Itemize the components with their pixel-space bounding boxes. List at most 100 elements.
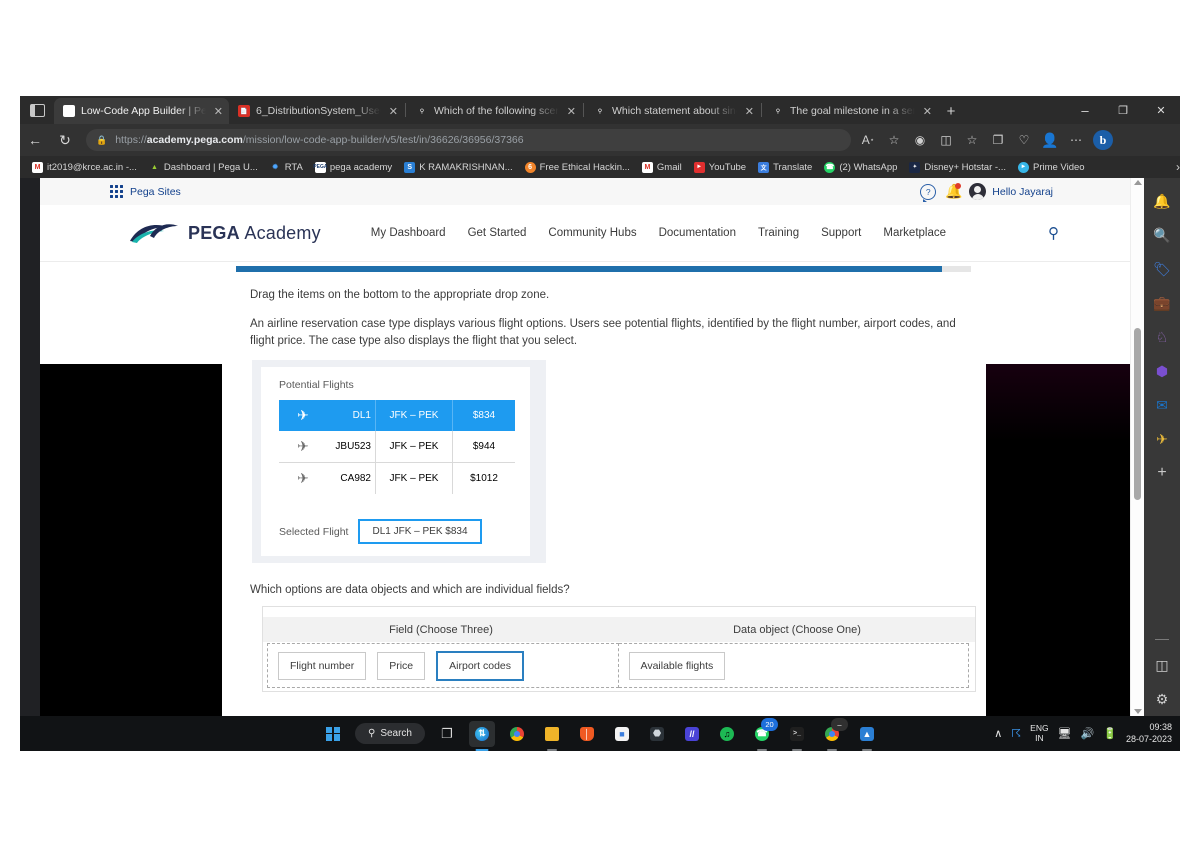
favorites-list-icon[interactable]: ☆: [959, 127, 985, 153]
nav-item-my-dashboard[interactable]: My Dashboard: [371, 227, 446, 239]
bookmark-item[interactable]: ▲ Dashboard | Pega U...: [143, 162, 264, 173]
scroll-up-arrow-icon[interactable]: [1134, 180, 1142, 185]
bluetooth-icon[interactable]: ☈: [1011, 727, 1021, 740]
split-screen-icon[interactable]: ◉: [907, 127, 933, 153]
copilot-icon[interactable]: ⬢: [1148, 356, 1176, 386]
pega-sites-link[interactable]: Pega Sites: [130, 186, 181, 198]
nav-item-marketplace[interactable]: Marketplace: [883, 227, 946, 239]
tray-overflow-icon[interactable]: ∧: [994, 727, 1002, 740]
avatar[interactable]: [969, 183, 987, 200]
shopping-tag-icon[interactable]: 🏷: [1148, 254, 1176, 284]
drag-chip-price[interactable]: Price: [377, 651, 426, 680]
search-icon[interactable]: 🔍: [1148, 220, 1176, 250]
browser-tab-5[interactable]: ⚲ The goal milestone in a service-l ✕: [763, 98, 938, 124]
new-tab-button[interactable]: +: [938, 98, 964, 124]
bookmark-item[interactable]: 6 Free Ethical Hackin...: [519, 161, 636, 173]
back-button[interactable]: ←: [20, 126, 50, 154]
microsoft-store-icon[interactable]: ■: [609, 721, 635, 747]
close-icon[interactable]: ✕: [745, 105, 754, 118]
volume-icon[interactable]: 🔊: [1081, 727, 1095, 740]
address-bar[interactable]: 🔒 https://academy.pega.com/mission/low-c…: [86, 129, 851, 151]
nav-item-support[interactable]: Support: [821, 227, 861, 239]
photos-icon[interactable]: ▲: [854, 721, 880, 751]
page-scrollbar[interactable]: [1130, 178, 1144, 716]
telegram-icon[interactable]: ✈: [1148, 424, 1176, 454]
reload-button[interactable]: ↻: [50, 126, 80, 154]
chrome-icon[interactable]: [504, 721, 530, 747]
language-indicator[interactable]: ENG IN: [1030, 723, 1048, 744]
windows-start-icon[interactable]: [320, 721, 346, 747]
close-icon[interactable]: ✕: [214, 105, 223, 118]
bell-icon[interactable]: 🔔: [1148, 186, 1176, 216]
bookmark-item[interactable]: ☎ (2) WhatsApp: [818, 161, 903, 173]
extensions-icon[interactable]: ❐: [985, 127, 1011, 153]
taskbar-search[interactable]: ⚲ Search: [354, 723, 425, 744]
bookmark-item[interactable]: PEGA pega academy: [309, 161, 398, 173]
drag-chip-flight-number[interactable]: Flight number: [278, 651, 367, 680]
favorite-star-icon[interactable]: ☆: [881, 127, 907, 153]
profile-icon[interactable]: 👤: [1037, 127, 1063, 153]
browser-tab-4[interactable]: ⚲ Which statement about single re ✕: [585, 98, 760, 124]
notifications-button[interactable]: 🔔: [945, 182, 963, 200]
more-options-icon[interactable]: ⋯: [1063, 127, 1089, 153]
clock[interactable]: 09:38 28-07-2023: [1126, 722, 1172, 745]
help-icon[interactable]: ?: [920, 183, 937, 202]
whatsapp-icon[interactable]: ☎ 20: [749, 717, 778, 751]
close-window-button[interactable]: ✕: [1142, 96, 1180, 124]
drag-chip-available-flights[interactable]: Available flights: [628, 651, 726, 680]
user-greeting[interactable]: Hello Jayaraj: [992, 186, 1053, 198]
add-icon[interactable]: +: [1148, 458, 1176, 488]
search-icon[interactable]: ⚲: [1048, 224, 1059, 242]
read-aloud-icon[interactable]: A ⋆: [855, 127, 881, 153]
collections-icon[interactable]: ◫: [933, 127, 959, 153]
brave-icon[interactable]: │: [574, 721, 600, 747]
settings-gear-icon[interactable]: ⚙: [1148, 684, 1176, 714]
close-icon[interactable]: ✕: [567, 105, 576, 118]
network-icon[interactable]: 🖥: [1058, 727, 1072, 740]
terminal-icon[interactable]: >_: [784, 721, 810, 751]
m-app-icon[interactable]: //: [679, 721, 705, 747]
browser-tab-3[interactable]: ⚲ Which of the following scenarios ✕: [407, 98, 582, 124]
dropzone-field[interactable]: Flight number Price Airport codes: [267, 643, 619, 688]
sketch-icon[interactable]: ⬣: [644, 721, 670, 747]
games-icon[interactable]: ♘: [1148, 322, 1176, 352]
nav-item-community-hubs[interactable]: Community Hubs: [548, 227, 636, 239]
scroll-down-arrow-icon[interactable]: [1134, 709, 1142, 714]
close-icon[interactable]: ✕: [389, 105, 398, 118]
drag-chip-airport-codes[interactable]: Airport codes: [436, 650, 525, 681]
bookmark-item[interactable]: ✦ Disney+ Hotstar -...: [903, 161, 1012, 173]
bookmarks-overflow-icon[interactable]: ›: [1176, 160, 1180, 174]
minimize-button[interactable]: –: [1066, 96, 1104, 124]
spotify-icon[interactable]: ♫: [714, 721, 740, 747]
copilot-icon[interactable]: b: [1093, 130, 1113, 150]
split-screen-icon[interactable]: ◫: [1148, 650, 1176, 680]
bookmark-item[interactable]: 文 Translate: [752, 161, 818, 173]
bookmark-item[interactable]: ✹ RTA: [264, 162, 309, 173]
maximize-button[interactable]: ❐: [1104, 96, 1142, 124]
bookmark-item[interactable]: SK RAMAKRISHNAN...: [398, 161, 518, 173]
close-icon[interactable]: ✕: [923, 105, 932, 118]
chrome-icon[interactable]: –: [819, 717, 848, 751]
browser-tab-1[interactable]: PEGA Low-Code App Builder | Pega Ac ✕: [54, 98, 229, 124]
edge-glyph: ⇅: [475, 726, 489, 741]
browser-tab-2[interactable]: 📄 6_DistributionSystem_UseCase-R ✕: [229, 98, 404, 124]
tab-actions-button[interactable]: [20, 96, 54, 124]
scrollbar-thumb[interactable]: [1134, 328, 1141, 500]
tools-icon[interactable]: 💼: [1148, 288, 1176, 318]
nav-item-training[interactable]: Training: [758, 227, 799, 239]
bookmark-item[interactable]: Mit2019@krce.ac.in -...: [26, 161, 143, 173]
bookmark-item[interactable]: ► YouTube: [688, 161, 752, 173]
battery-icon[interactable]: 🔋: [1103, 727, 1117, 740]
dropzone-data-object[interactable]: Available flights: [618, 643, 969, 688]
pega-academy-logo[interactable]: PEGA Academy: [128, 220, 321, 246]
nav-item-documentation[interactable]: Documentation: [659, 227, 736, 239]
nav-item-get-started[interactable]: Get Started: [468, 227, 527, 239]
outlook-icon[interactable]: ✉: [1148, 390, 1176, 420]
edge-icon[interactable]: ⇅: [469, 720, 495, 751]
bookmark-item[interactable]: ► Prime Video: [1012, 161, 1091, 173]
app-grid-icon[interactable]: [110, 185, 123, 198]
file-explorer-icon[interactable]: [539, 721, 565, 751]
browser-essentials-icon[interactable]: ♡: [1011, 127, 1037, 153]
bookmark-item[interactable]: M Gmail: [636, 161, 688, 173]
task-view-icon[interactable]: ❐: [434, 721, 460, 747]
